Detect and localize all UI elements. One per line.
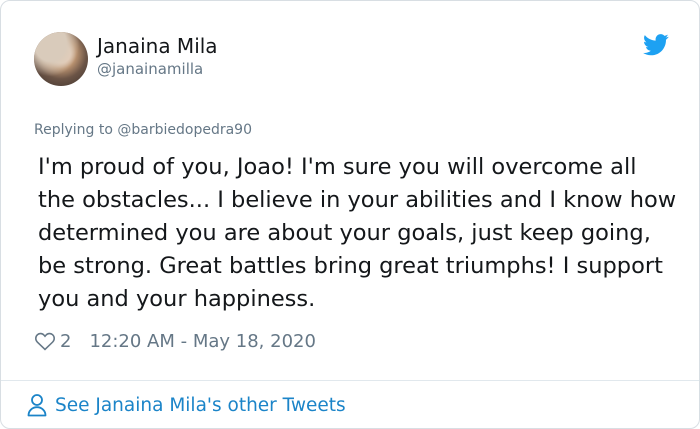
tweet-meta: 2 12:20 AM - May 18, 2020 [34,330,316,352]
tweet-timestamp[interactable]: 12:20 AM - May 18, 2020 [89,331,315,352]
author-name[interactable]: Janaina Mila [97,34,218,58]
author-handle[interactable]: @janainamilla [97,60,203,78]
see-other-tweets-label: See Janaina Mila's other Tweets [55,394,346,416]
person-icon [27,394,47,417]
replying-to-label: Replying to [34,122,118,138]
replying-to: Replying to @barbiedopedra90 [34,122,252,138]
reply-mention-link[interactable]: @barbiedopedra90 [117,122,252,138]
avatar-photo [34,32,88,86]
twitter-bird-icon[interactable] [643,34,669,56]
avatar[interactable] [34,32,88,86]
like-count: 2 [60,330,72,352]
tweet-text: I'm proud of you, Joao! I'm sure you wil… [38,154,677,312]
tweet-card: Janaina Mila @janainamilla Replying to @… [0,0,700,429]
heart-icon[interactable] [34,330,56,352]
divider [1,380,699,381]
see-other-tweets-link[interactable]: See Janaina Mila's other Tweets [27,393,346,417]
